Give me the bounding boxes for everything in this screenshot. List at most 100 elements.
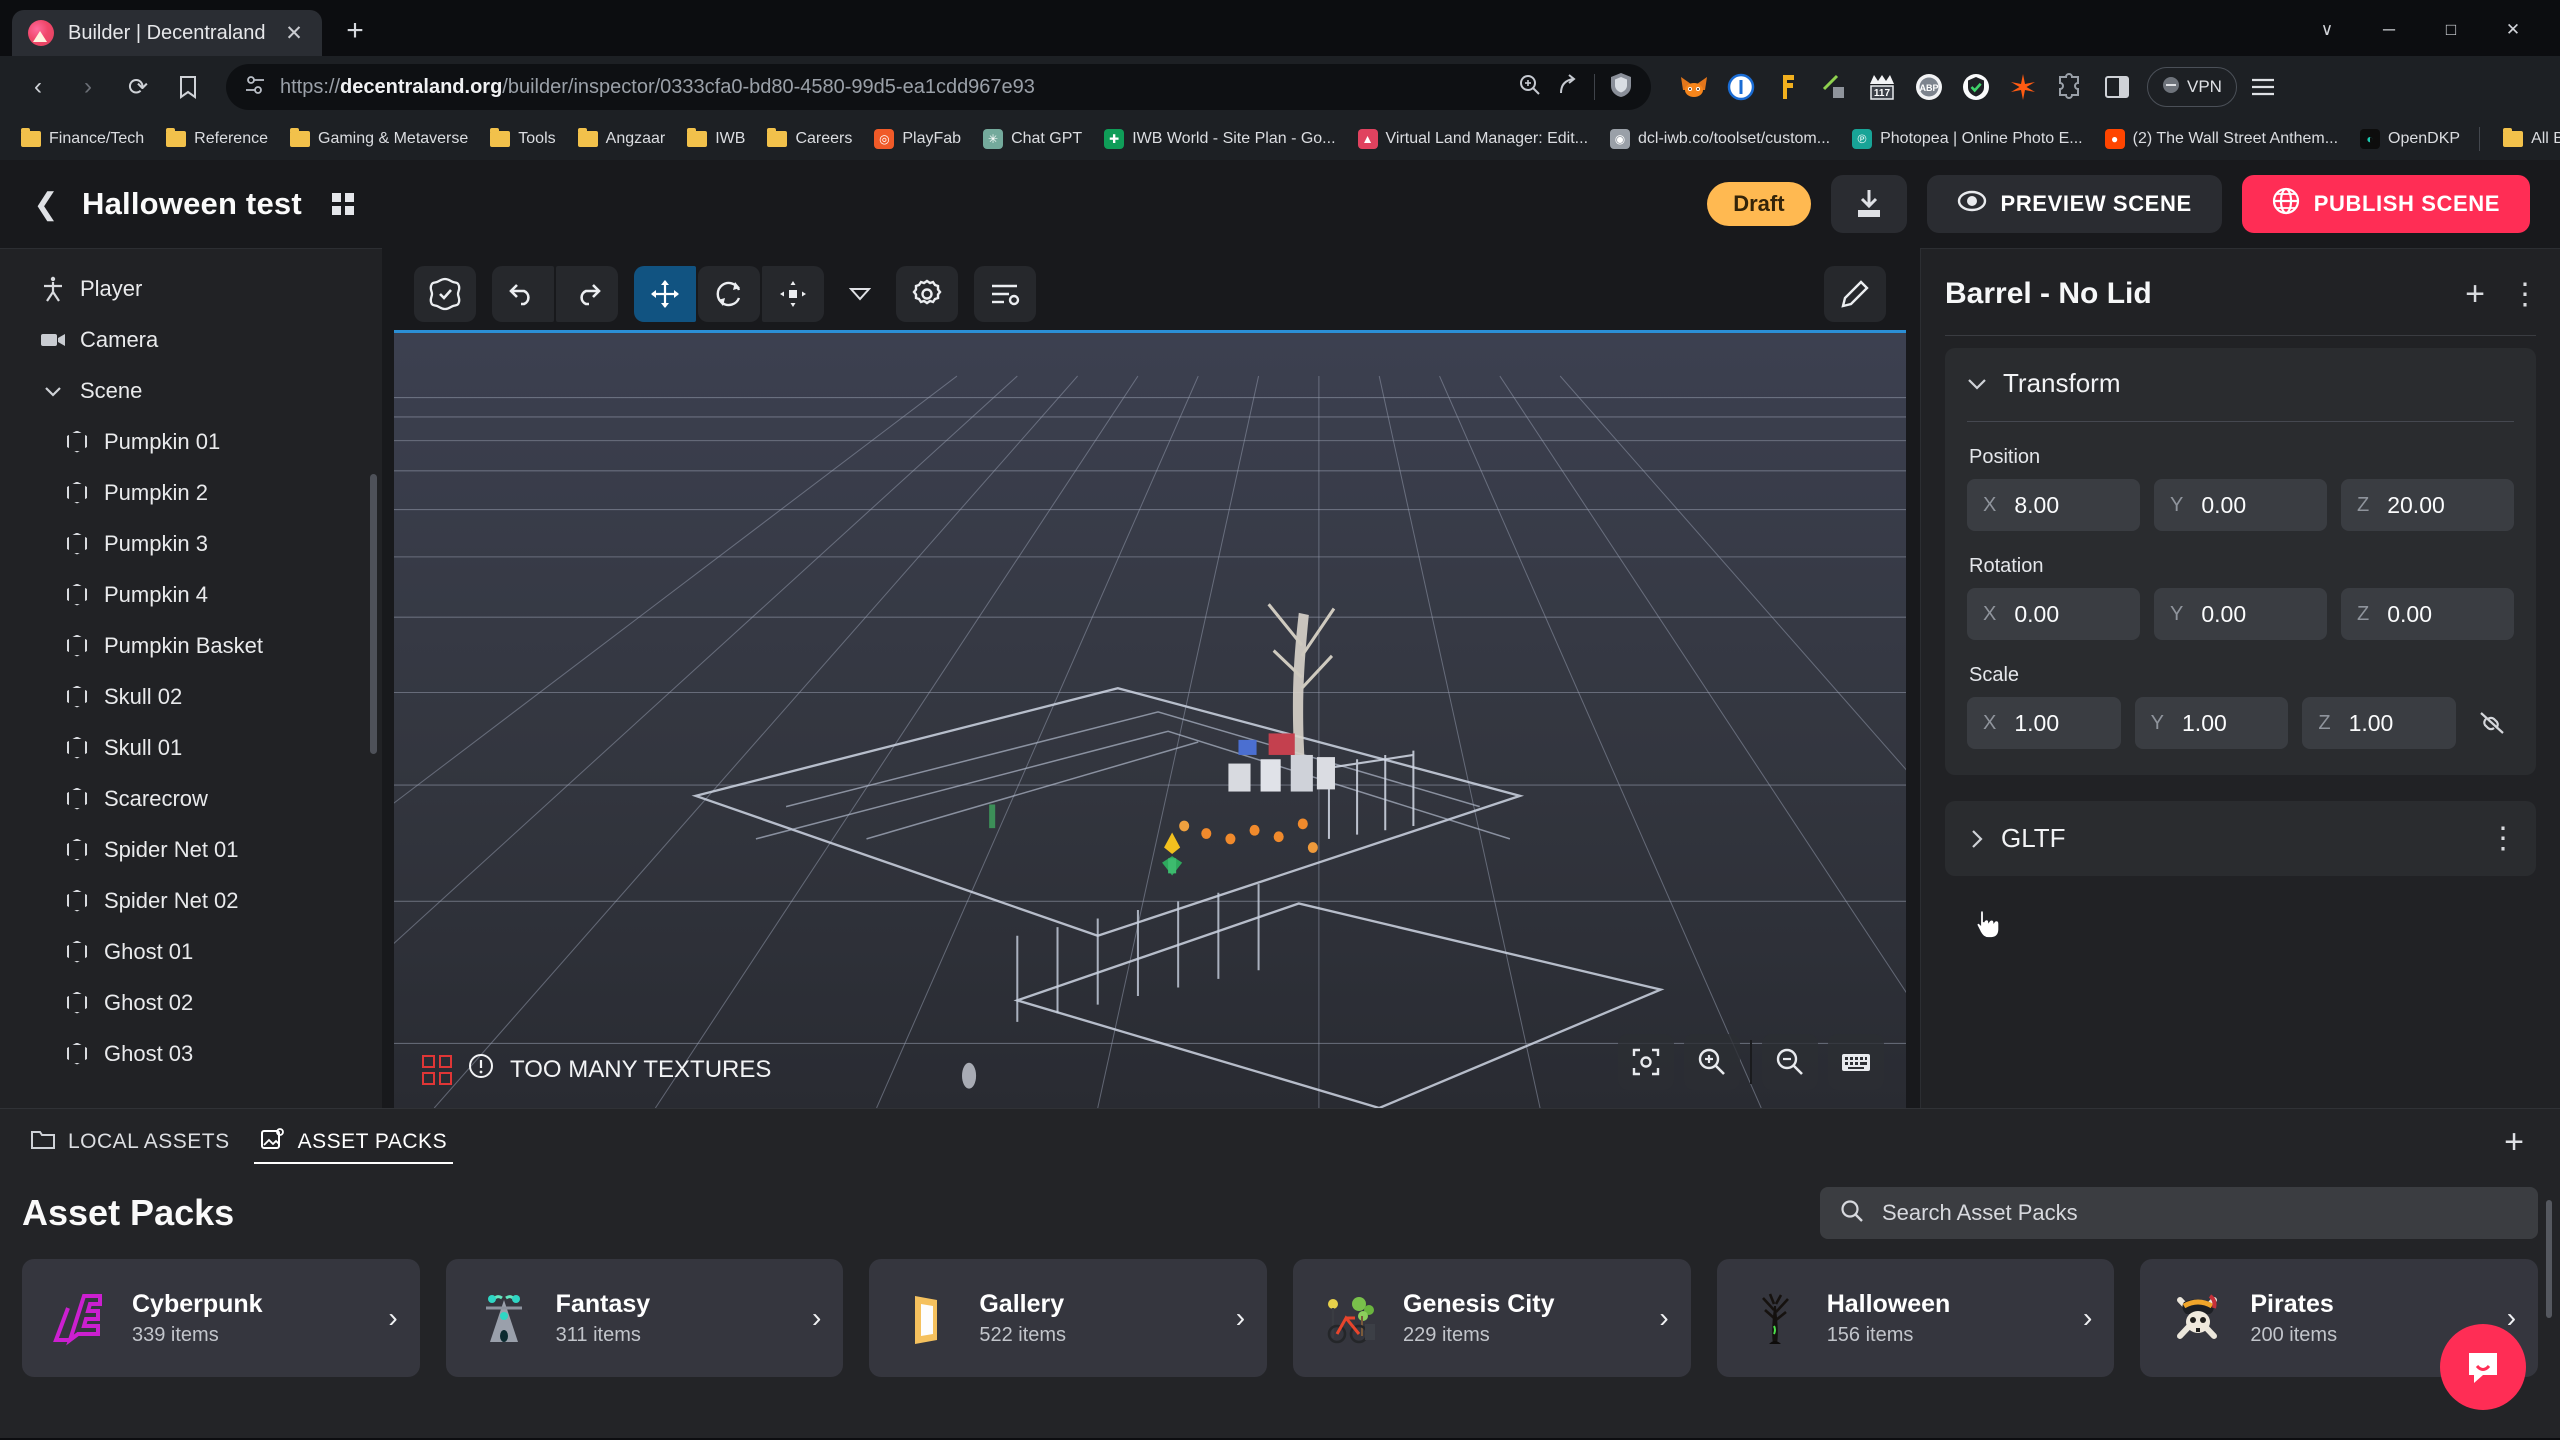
rotation-z-field[interactable]: Z 0.00 [2341,588,2514,640]
metamask-extension-icon[interactable] [1673,66,1715,108]
chevron-down-icon[interactable] [40,385,66,397]
transform-header[interactable]: Transform [1967,368,2514,399]
gltf-component[interactable]: GLTF ⋮ [1945,801,2536,939]
chevron-right-icon[interactable]: › [1659,1302,1668,1334]
publish-scene-button[interactable]: PUBLISH SCENE [2241,175,2530,233]
bookmark-item[interactable]: Gaming & Metaverse [281,126,477,152]
scale-tool-icon[interactable] [762,266,824,322]
move-tool-icon[interactable] [634,266,696,322]
asset-pack-card-genesis-city[interactable]: Genesis City 229 items › [1293,1259,1691,1377]
sidebar-item-scene[interactable]: Scene [0,365,382,416]
asset-pack-card-cyberpunk[interactable]: Cyberpunk 339 items › [22,1259,420,1377]
maximize-button[interactable]: □ [2422,10,2480,50]
chevron-right-icon[interactable] [1967,829,1987,849]
asset-pack-card-halloween[interactable]: Halloween 156 items › [1716,1259,2115,1377]
all-bookmarks-button[interactable]: All Bookmarks [2494,126,2560,152]
rotation-x-field[interactable]: X 0.00 [1967,588,2140,640]
back-chevron-icon[interactable]: ❮ [30,187,62,222]
shield-extension-icon[interactable] [1955,66,1997,108]
sidebar-item-skull-02[interactable]: Skull 02 [0,671,382,722]
tab-search-icon[interactable]: ∨ [2298,10,2356,50]
chevron-right-icon[interactable]: › [388,1302,397,1334]
1password-extension-icon[interactable] [1720,66,1762,108]
scene-3d-viewport[interactable]: TOO MANY TEXTURES [394,330,1906,1108]
bookmark-item[interactable]: Finance/Tech [12,126,153,152]
sidebar-item-pumpkin-01[interactable]: Pumpkin 01 [0,416,382,467]
download-button[interactable] [1830,175,1907,233]
scene-validate-icon[interactable] [414,266,476,322]
keyboard-shortcuts-icon[interactable] [1828,1034,1884,1090]
sidebar-item-ghost-02[interactable]: Ghost 02 [0,977,382,1028]
browser-menu-icon[interactable] [2242,66,2284,108]
chevron-right-icon[interactable]: › [1236,1302,1245,1334]
sidebar-item-ghost-03[interactable]: Ghost 03 [0,1028,382,1079]
zoom-indicator-icon[interactable] [1518,73,1542,102]
address-bar[interactable]: https://decentraland.org/builder/inspect… [226,64,1651,110]
scale-x-field[interactable]: X 1.00 [1967,697,2121,749]
sidebar-item-pumpkin-2[interactable]: Pumpkin 2 [0,467,382,518]
entity-more-menu-button[interactable]: ⋮ [2510,279,2540,309]
site-settings-icon[interactable] [244,74,266,101]
sidebar-item-player[interactable]: Player [0,263,382,314]
bookmark-item[interactable]: Careers [758,126,861,152]
undo-icon[interactable] [492,266,554,322]
eyedropper-extension-icon[interactable] [1814,66,1856,108]
bookmark-item[interactable]: ● (2) The Wall Street Anthem... [2096,125,2347,153]
bookmark-icon[interactable] [166,65,210,109]
bookmark-item[interactable]: ◎ PlayFab [865,125,970,153]
rotation-y-field[interactable]: Y 0.00 [2154,588,2327,640]
preview-scene-button[interactable]: PREVIEW SCENE [1926,175,2222,233]
position-z-field[interactable]: Z 20.00 [2341,479,2514,531]
add-asset-button[interactable]: + [2504,1123,2538,1162]
rotate-tool-icon[interactable] [698,266,760,322]
settings-gear-icon[interactable] [896,266,958,322]
sidebar-item-camera[interactable]: Camera [0,314,382,365]
chevron-down-icon[interactable] [1967,377,1987,390]
bookmark-item[interactable]: Tools [481,126,564,152]
sidebar-item-skull-01[interactable]: Skull 01 [0,722,382,773]
tool-dropdown-caret-icon[interactable] [840,287,880,301]
tab-asset-packs[interactable]: ASSET PACKS [252,1111,455,1173]
bookmark-item[interactable]: ◉ dcl-iwb.co/toolset/custom... [1601,125,1839,153]
grid-view-icon[interactable] [331,193,354,215]
browser-tab[interactable]: Builder | Decentraland ✕ [12,10,322,56]
sidebar-item-spider-net-02[interactable]: Spider Net 02 [0,875,382,926]
sidebar-item-pumpkin-4[interactable]: Pumpkin 4 [0,569,382,620]
back-button[interactable]: ‹ [16,65,60,109]
sidebar-item-scarecrow[interactable]: Scarecrow [0,773,382,824]
chevron-right-icon[interactable]: › [2507,1302,2516,1334]
chevron-right-icon[interactable]: › [812,1302,821,1334]
badge-117-extension-icon[interactable]: 117 [1861,66,1903,108]
zoom-in-icon[interactable] [1684,1034,1740,1090]
focus-camera-icon[interactable] [1618,1034,1674,1090]
forward-button[interactable]: › [66,65,110,109]
yellow-tool-extension-icon[interactable] [1767,66,1809,108]
side-panel-icon[interactable] [2096,66,2138,108]
tab-local-assets[interactable]: LOCAL ASSETS [22,1111,238,1173]
close-window-button[interactable]: ✕ [2484,10,2542,50]
star-extension-icon[interactable] [2002,66,2044,108]
bookmark-item[interactable]: ◐ OpenDKP [2351,125,2469,153]
sidebar-scrollbar[interactable] [370,474,377,754]
sidebar-item-ghost-01[interactable]: Ghost 01 [0,926,382,977]
bookmark-item[interactable]: ℗ Photopea | Online Photo E... [1843,125,2092,153]
bookmark-item[interactable]: Reference [157,126,277,152]
zoom-out-icon[interactable] [1762,1034,1818,1090]
asset-pack-card-fantasy[interactable]: Fantasy 311 items › [445,1259,844,1377]
sidebar-item-pumpkin-3[interactable]: Pumpkin 3 [0,518,382,569]
gltf-more-menu-button[interactable]: ⋮ [2488,824,2518,854]
sidebar-item-pumpkin-basket[interactable]: Pumpkin Basket [0,620,382,671]
puzzle-extensions-icon[interactable] [2049,66,2091,108]
position-x-field[interactable]: X 8.00 [1967,479,2140,531]
minimize-button[interactable]: ─ [2360,10,2418,50]
search-asset-packs-input[interactable]: Search Asset Packs [1820,1187,2538,1239]
brave-shields-icon[interactable] [1609,72,1633,103]
sidebar-item-spider-net-01[interactable]: Spider Net 01 [0,824,382,875]
bookmark-item[interactable]: Angzaar [569,126,675,152]
bookmark-item[interactable]: ✚ IWB World - Site Plan - Go... [1095,125,1344,153]
asset-pack-card-gallery[interactable]: Gallery 522 items › [869,1259,1268,1377]
edit-pencil-icon[interactable] [1824,266,1886,322]
chevron-right-icon[interactable]: › [2083,1302,2092,1334]
close-tab-icon[interactable]: ✕ [280,19,308,47]
scale-z-field[interactable]: Z 1.00 [2302,697,2457,749]
